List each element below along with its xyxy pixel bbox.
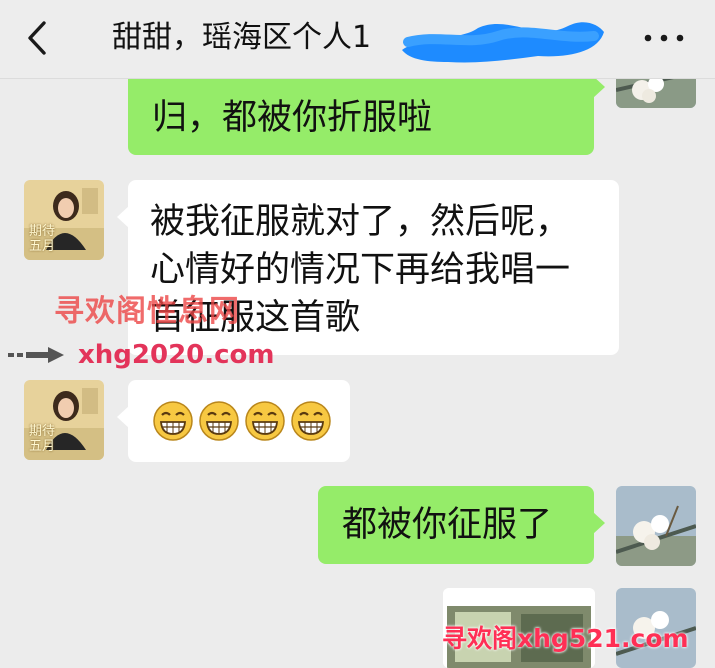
watermark-bottom: 寻欢阁xhg521.com	[442, 624, 689, 653]
redaction-scribble	[402, 22, 604, 63]
grin-emoji-icon	[245, 401, 285, 441]
grin-emoji-icon	[199, 401, 239, 441]
message-text: 归，都被你折服啦	[152, 98, 433, 138]
more-dots-icon	[644, 34, 684, 42]
outgoing-message[interactable]: 都被你征服了	[318, 486, 605, 564]
avatar-caption: 期待 五月	[29, 424, 56, 454]
flower-photo-icon	[616, 486, 696, 566]
chat-header: 甜甜，瑶海区个人1	[0, 0, 715, 79]
back-button[interactable]	[14, 14, 62, 62]
watermark-url: xhg2020.com	[78, 340, 275, 370]
message-text-line-1: 被我征服就对了，然后呢，	[150, 202, 571, 242]
chevron-left-icon	[28, 21, 46, 55]
contact-avatar[interactable]: 期待 五月	[24, 180, 104, 260]
avatar-caption: 期待 五月	[29, 224, 56, 254]
arrow-right-icon	[8, 347, 64, 363]
watermark-site-name: 寻欢阁性息网	[54, 294, 240, 329]
my-avatar[interactable]	[616, 486, 696, 566]
emoji-row	[152, 400, 332, 442]
message-text: 都被你征服了	[342, 505, 553, 545]
more-options-button[interactable]	[636, 14, 692, 62]
grin-emoji-icon	[153, 401, 193, 441]
contact-avatar[interactable]: 期待 五月	[24, 380, 104, 460]
incoming-emoji-message[interactable]	[117, 380, 350, 462]
grin-emoji-icon	[291, 401, 331, 441]
